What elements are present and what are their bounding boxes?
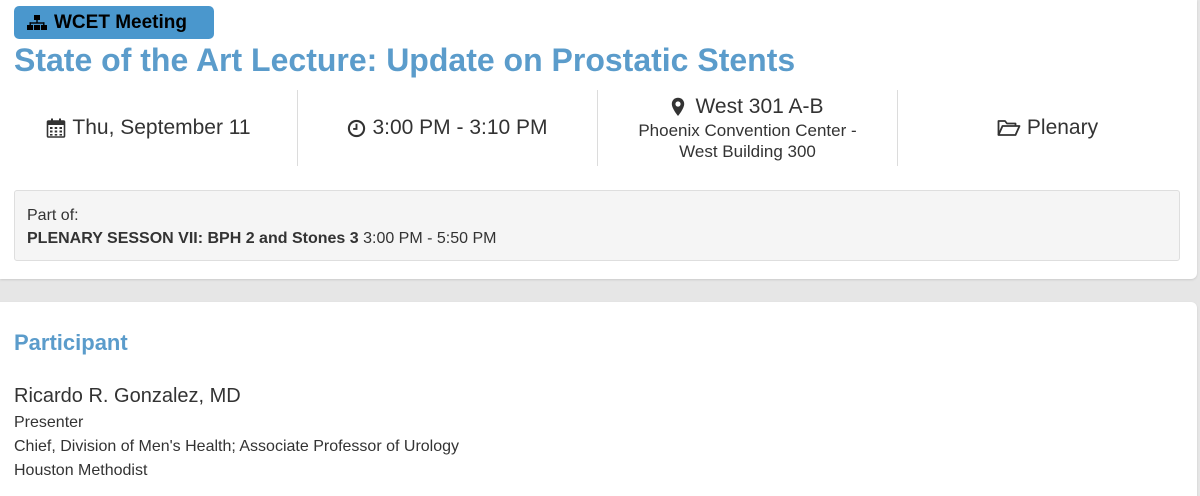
parent-session[interactable]: PLENARY SESSON VII: BPH 2 and Stones 3 3… [27,227,1167,250]
parent-session-time: 3:00 PM - 5:50 PM [363,230,497,248]
location-cell: West 301 A-B Phoenix Convention Center -… [598,90,897,166]
time-cell: 3:00 PM - 3:10 PM [298,90,597,166]
map-marker-icon [672,97,685,116]
session-time: 3:00 PM - 3:10 PM [372,116,548,139]
participant-item: Ricardo R. Gonzalez, MD Presenter Chief,… [14,384,459,483]
session-info-row: Thu, September 11 3:00 PM - 3:10 PM West… [0,90,1197,166]
participant-position: Chief, Division of Men's Health; Associa… [14,438,460,455]
location-venue-line1: Phoenix Convention Center - [638,120,857,140]
calendar-icon [47,118,66,138]
session-date: Thu, September 11 [72,116,251,139]
meeting-badge-label: WCET Meeting [54,11,187,33]
participants-heading: Participant [14,330,128,355]
participant-institution: Houston Methodist [14,462,148,479]
meeting-badge[interactable]: WCET Meeting [14,6,214,39]
folder-open-icon [997,120,1021,136]
location-room[interactable]: West 301 A-B [695,94,823,120]
part-of-label: Part of: [27,207,79,224]
session-type: Plenary [1026,116,1099,139]
part-of-box: Part of: PLENARY SESSON VII: BPH 2 and S… [14,190,1180,261]
page-title: State of the Art Lecture: Update on Pros… [14,42,796,78]
participant-role: Presenter [14,414,84,431]
participant-name[interactable]: Ricardo R. Gonzalez, MD [14,384,459,409]
location-room-row: West 301 A-B [671,94,824,120]
session-detail-card: WCET Meeting State of the Art Lecture: U… [0,0,1197,279]
date-cell: Thu, September 11 [0,90,297,166]
clock-icon [348,119,366,137]
session-type-cell: Plenary [898,90,1197,166]
location-venue-line2: West Building 300 [679,142,816,162]
sitemap-icon [27,14,47,30]
parent-session-name[interactable]: PLENARY SESSON VII: BPH 2 and Stones 3 [27,230,359,247]
